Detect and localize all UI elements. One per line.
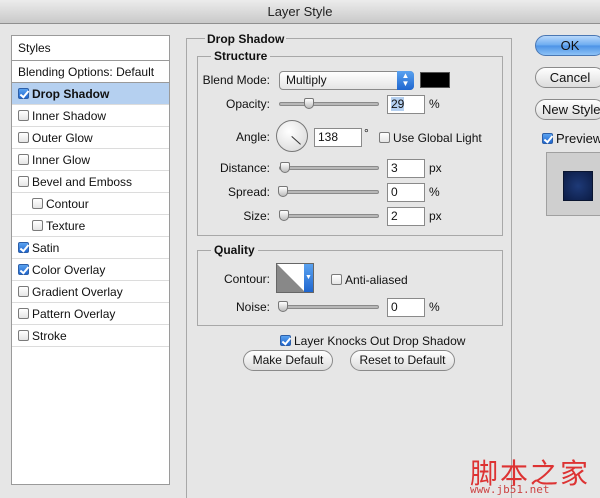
checkbox-checked-icon[interactable] xyxy=(18,242,29,253)
angle-unit: ° xyxy=(364,126,369,140)
styles-header[interactable]: Styles xyxy=(12,36,169,61)
distance-slider[interactable] xyxy=(279,162,379,173)
style-item-label: Stroke xyxy=(32,329,67,343)
styles-list: Styles Blending Options: Default Drop Sh… xyxy=(11,35,170,485)
contour-linear-icon xyxy=(277,264,305,292)
cancel-button[interactable]: Cancel xyxy=(535,67,600,88)
checkbox-checked-icon[interactable] xyxy=(18,88,29,99)
checkbox-checked-icon[interactable] xyxy=(18,264,29,275)
checkbox-icon xyxy=(379,132,390,143)
style-item-texture[interactable]: Texture xyxy=(12,215,169,237)
structure-title: Structure xyxy=(211,49,271,63)
contour-label: Contour: xyxy=(223,272,270,286)
chevron-down-icon[interactable]: ▼ xyxy=(304,264,313,292)
style-item-inner-glow[interactable]: Inner Glow xyxy=(12,149,169,171)
noise-slider[interactable] xyxy=(278,301,379,312)
opacity-slider[interactable] xyxy=(279,98,379,109)
opacity-field[interactable]: 29 xyxy=(387,95,425,114)
spread-slider[interactable] xyxy=(278,186,379,197)
checkbox-icon[interactable] xyxy=(18,132,29,143)
checkbox-checked-icon xyxy=(542,133,553,144)
spread-label: Spread: xyxy=(227,185,270,199)
checkbox-icon[interactable] xyxy=(32,198,43,209)
checkbox-icon[interactable] xyxy=(18,176,29,187)
checkbox-icon[interactable] xyxy=(18,330,29,341)
style-item-label: Gradient Overlay xyxy=(32,285,123,299)
style-item-label: Outer Glow xyxy=(32,131,93,145)
noise-unit: % xyxy=(429,300,440,314)
reset-to-default-button[interactable]: Reset to Default xyxy=(350,350,455,371)
style-item-contour[interactable]: Contour xyxy=(12,193,169,215)
distance-slider-thumb[interactable] xyxy=(280,162,290,173)
quality-group xyxy=(197,250,503,326)
noise-label: Noise: xyxy=(235,300,270,314)
style-item-color-overlay[interactable]: Color Overlay xyxy=(12,259,169,281)
drop-shadow-title: Drop Shadow xyxy=(205,32,287,46)
spread-unit: % xyxy=(429,185,440,199)
opacity-unit: % xyxy=(429,97,440,111)
watermark-url: www.jb51.net xyxy=(470,483,550,496)
style-item-inner-shadow[interactable]: Inner Shadow xyxy=(12,105,169,127)
use-global-light-checkbox[interactable]: Use Global Light xyxy=(379,131,482,145)
distance-label: Distance: xyxy=(219,161,270,175)
distance-unit: px xyxy=(429,161,442,175)
checkbox-icon[interactable] xyxy=(18,154,29,165)
select-arrows-icon: ▲ ▼ xyxy=(397,71,414,90)
size-slider[interactable] xyxy=(279,210,379,221)
distance-field[interactable]: 3 xyxy=(387,159,425,178)
spread-field[interactable]: 0 xyxy=(387,183,425,202)
style-item-bevel-and-emboss[interactable]: Bevel and Emboss xyxy=(12,171,169,193)
opacity-label: Opacity: xyxy=(225,97,270,111)
style-item-label: Drop Shadow xyxy=(32,87,110,101)
noise-field[interactable]: 0 xyxy=(387,298,425,317)
style-item-label: Texture xyxy=(46,219,86,233)
anti-aliased-checkbox[interactable]: Anti-aliased xyxy=(331,273,408,287)
window-title: Layer Style xyxy=(0,0,600,24)
spread-slider-thumb[interactable] xyxy=(278,186,288,197)
noise-slider-thumb[interactable] xyxy=(278,301,288,312)
checkbox-icon xyxy=(331,274,342,285)
checkbox-checked-icon xyxy=(280,335,291,346)
layer-knocks-out-checkbox[interactable]: Layer Knocks Out Drop Shadow xyxy=(280,334,465,348)
ok-button[interactable]: OK xyxy=(535,35,600,56)
style-item-stroke[interactable]: Stroke xyxy=(12,325,169,347)
checkbox-icon[interactable] xyxy=(18,308,29,319)
style-item-label: Contour xyxy=(46,197,89,211)
preview-thumbnail xyxy=(546,152,600,216)
size-field[interactable]: 2 xyxy=(387,207,425,226)
make-default-button[interactable]: Make Default xyxy=(243,350,333,371)
size-slider-thumb[interactable] xyxy=(279,210,289,221)
opacity-slider-thumb[interactable] xyxy=(304,98,314,109)
blend-mode-select[interactable]: Multiply ▲ ▼ xyxy=(279,71,414,90)
checkbox-icon[interactable] xyxy=(32,220,43,231)
blend-mode-value: Multiply xyxy=(286,73,327,87)
size-unit: px xyxy=(429,209,442,223)
style-item-satin[interactable]: Satin xyxy=(12,237,169,259)
preview-checkbox[interactable]: Preview xyxy=(542,131,600,146)
style-item-label: Color Overlay xyxy=(32,263,106,277)
preview-swatch xyxy=(563,171,593,201)
style-item-label: Pattern Overlay xyxy=(32,307,116,321)
blending-options-item[interactable]: Blending Options: Default xyxy=(12,61,169,83)
style-item-label: Inner Shadow xyxy=(32,109,107,123)
blend-mode-label: Blend Mode: xyxy=(202,73,270,87)
style-item-drop-shadow[interactable]: Drop Shadow xyxy=(12,83,169,105)
contour-picker[interactable]: ▼ xyxy=(276,263,314,293)
style-item-outer-glow[interactable]: Outer Glow xyxy=(12,127,169,149)
style-item-label: Satin xyxy=(32,241,60,255)
shadow-color-swatch[interactable] xyxy=(420,72,450,88)
checkbox-icon[interactable] xyxy=(18,110,29,121)
style-item-gradient-overlay[interactable]: Gradient Overlay xyxy=(12,281,169,303)
style-item-label: Inner Glow xyxy=(32,153,91,167)
style-item-label: Bevel and Emboss xyxy=(32,175,133,189)
style-item-pattern-overlay[interactable]: Pattern Overlay xyxy=(12,303,169,325)
angle-label: Angle: xyxy=(235,130,270,144)
angle-field[interactable]: 138 xyxy=(314,128,362,147)
checkbox-icon[interactable] xyxy=(18,286,29,297)
quality-title: Quality xyxy=(211,243,258,257)
new-style-button[interactable]: New Style... xyxy=(535,99,600,120)
size-label: Size: xyxy=(243,209,270,223)
angle-dial[interactable] xyxy=(276,120,308,152)
